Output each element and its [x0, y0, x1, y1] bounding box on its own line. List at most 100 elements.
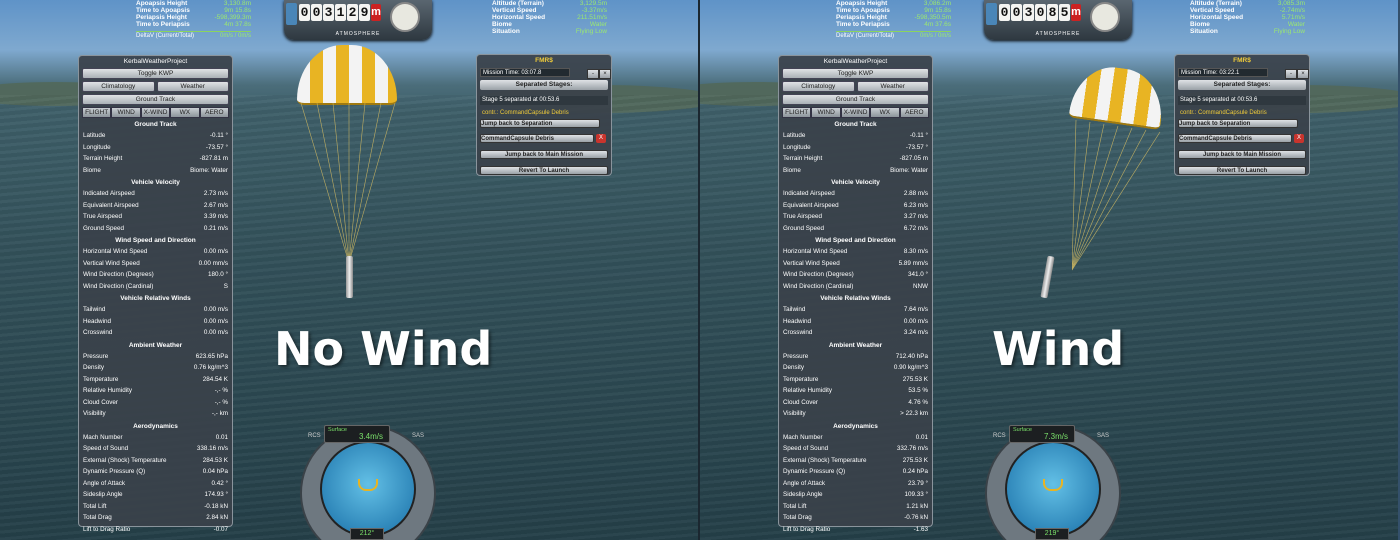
revert-to-launch-button[interactable]: Revert To Launch — [480, 166, 608, 175]
surface-row: Altitude (Terrain) 3,129.5m — [492, 0, 607, 7]
toggle-kwp-button[interactable]: Toggle KWP — [82, 68, 229, 79]
tab-flight[interactable]: FLIGHT — [782, 107, 812, 118]
parachute — [1068, 61, 1168, 298]
minimize-button[interactable]: - — [1285, 69, 1297, 79]
sas-indicator[interactable]: SAS — [412, 433, 424, 439]
debris-button[interactable]: CommandCapsule Debris — [1178, 134, 1292, 143]
surface-row: Horizontal Speed 5.71m/s — [1190, 14, 1305, 21]
remove-debris-button[interactable]: X — [1294, 134, 1304, 143]
tab-wx[interactable]: WX — [170, 107, 200, 118]
kwp-row-label: Longitude — [783, 143, 811, 151]
tab-wx[interactable]: WX — [870, 107, 900, 118]
tab-x-wind[interactable]: X-WIND — [140, 107, 171, 118]
climatology-button[interactable]: Climatology — [82, 81, 155, 92]
kwp-row-value: 7.64 m/s — [903, 306, 928, 313]
heading-display: 219° — [1035, 528, 1069, 540]
kwp-row-label: Terrain Height — [83, 155, 123, 162]
kwp-row-label: Dynamic Pressure (Q) — [783, 468, 846, 475]
kwp-row: True Airspeed 3.39 m/s — [79, 211, 232, 223]
kwp-row: Lift to Drag Ratio -1.63 — [779, 524, 932, 536]
surface-row: Vertical Speed -3.37m/s — [492, 7, 607, 14]
kwp-row-value: > 22.3 km — [900, 410, 928, 417]
kwp-row: Mach Number 0.01 — [79, 432, 232, 444]
navball: Surface 7.3m/s RCS SAS 219° — [985, 415, 1121, 540]
altimeter-digit: 5 — [1059, 4, 1070, 21]
kwp-row-label: Visibility — [783, 410, 806, 417]
kwp-row: Longitude -73.57 ° — [779, 142, 932, 154]
surface-row-label: Situation — [1190, 28, 1218, 35]
revert-to-launch-button[interactable]: Revert To Launch — [1178, 166, 1306, 175]
orbit-row-value: 9m 15.8s — [224, 7, 251, 14]
toggle-kwp-button[interactable]: Toggle KWP — [782, 68, 929, 79]
debris-button[interactable]: CommandCapsule Debris — [480, 134, 594, 143]
kwp-row-label: Sideslip Angle — [783, 491, 823, 498]
minimize-button[interactable]: - — [587, 69, 599, 79]
altimeter-unit: m — [371, 4, 381, 21]
caption-text: Wind — [992, 322, 1125, 376]
altimeter-digit: 2 — [347, 4, 358, 21]
kwp-row-value: 0.24 hPa — [902, 468, 928, 475]
surface-row-value: Water — [1287, 21, 1305, 28]
tab-wind[interactable]: WIND — [811, 107, 841, 118]
kwp-row-value: 0.00 mm/s — [198, 259, 228, 267]
deltav-value: 0m/s / 0m/s — [219, 33, 251, 39]
jump-to-main-button[interactable]: Jump back to Main Mission — [480, 150, 608, 159]
rcs-indicator[interactable]: RCS — [993, 433, 1006, 439]
kwp-row: Visibility -,- km — [79, 408, 232, 420]
ground-track-button[interactable]: Ground Track — [782, 94, 929, 105]
kwp-row-value: -0.11 ° — [909, 132, 928, 139]
ground-track-button[interactable]: Ground Track — [82, 94, 229, 105]
section-title: Ambient Weather — [128, 341, 183, 349]
tab-x-wind[interactable]: X-WIND — [840, 107, 871, 118]
mission-time: Mission Time: 03:22.1 — [1178, 68, 1268, 77]
orbit-row: Time to Apoapsis 9m 15.8s — [136, 7, 251, 14]
contr-label: contr.: CommandCapsule Debris — [1180, 110, 1267, 116]
altimeter-digits: 003129m — [299, 4, 381, 21]
remove-debris-button[interactable]: X — [596, 134, 606, 143]
weather-button[interactable]: Weather — [856, 81, 929, 92]
surface-row-value: -3.37m/s — [581, 7, 607, 14]
kwp-tabs: FLIGHT WIND X-WIND WX AERO — [782, 107, 930, 118]
kwp-row-value: 623.65 hPa — [195, 352, 228, 360]
sas-indicator[interactable]: SAS — [1097, 433, 1109, 439]
kwp-row-label: Speed of Sound — [783, 445, 829, 452]
orbit-row-value: -598,399.3m — [214, 14, 252, 21]
orbit-row: Apoapsis Height 3,130.8m — [136, 0, 251, 7]
section-title: Aerodynamics — [133, 422, 178, 430]
kwp-row-label: Density — [83, 364, 104, 371]
speed-display[interactable]: Surface 7.3m/s — [1009, 425, 1075, 443]
tab-aero[interactable]: AERO — [899, 107, 930, 118]
close-button[interactable]: × — [1297, 69, 1309, 79]
kwp-row-value: -0.07 — [213, 525, 228, 533]
altimeter-digit: 0 — [1035, 4, 1046, 21]
close-button[interactable]: × — [599, 69, 611, 79]
climatology-button[interactable]: Climatology — [782, 81, 855, 92]
weather-button[interactable]: Weather — [156, 81, 229, 92]
jump-to-main-button[interactable]: Jump back to Main Mission — [1178, 150, 1306, 159]
kwp-row-label: Wind Direction (Degrees) — [783, 271, 854, 278]
tab-aero[interactable]: AERO — [199, 107, 230, 118]
jump-to-separation-button[interactable]: Jump back to Separation — [1178, 119, 1298, 128]
altimeter-mode: ATMOSPHERE — [335, 31, 381, 37]
kwp-row: Pressure 623.65 hPa — [79, 351, 232, 363]
kwp-row-label: Tailwind — [83, 306, 106, 313]
jump-to-separation-button[interactable]: Jump back to Separation — [480, 119, 600, 128]
kwp-title: KerbalWeatherProject — [123, 58, 188, 65]
tab-wind[interactable]: WIND — [111, 107, 141, 118]
section-title: Ground Track — [834, 121, 877, 128]
rcs-indicator[interactable]: RCS — [308, 433, 321, 439]
altimeter-digit: 0 — [999, 4, 1010, 21]
kwp-row-value: S — [223, 282, 228, 290]
kwp-row: Angle of Attack 23.79 ° — [779, 478, 932, 490]
kwp-row-value: 180.0 ° — [207, 271, 228, 278]
tab-flight[interactable]: FLIGHT — [82, 107, 112, 118]
kwp-row-value: 0.01 — [915, 433, 928, 441]
mission-time: Mission Time: 03:07.8 — [480, 68, 570, 77]
kwp-sections: Ground Track Latitude -0.11 ° Longitude -73.… — [779, 120, 932, 535]
speed-display[interactable]: Surface 3.4m/s — [324, 425, 390, 443]
kwp-row-value: 53.5 % — [908, 387, 928, 394]
altimeter: 003129m ATMOSPHERE — [284, 0, 432, 40]
kwp-row-label: Pressure — [783, 352, 809, 360]
kwp-row-label: Indicated Airspeed — [783, 190, 835, 197]
kwp-row-label: Total Drag — [83, 514, 112, 521]
